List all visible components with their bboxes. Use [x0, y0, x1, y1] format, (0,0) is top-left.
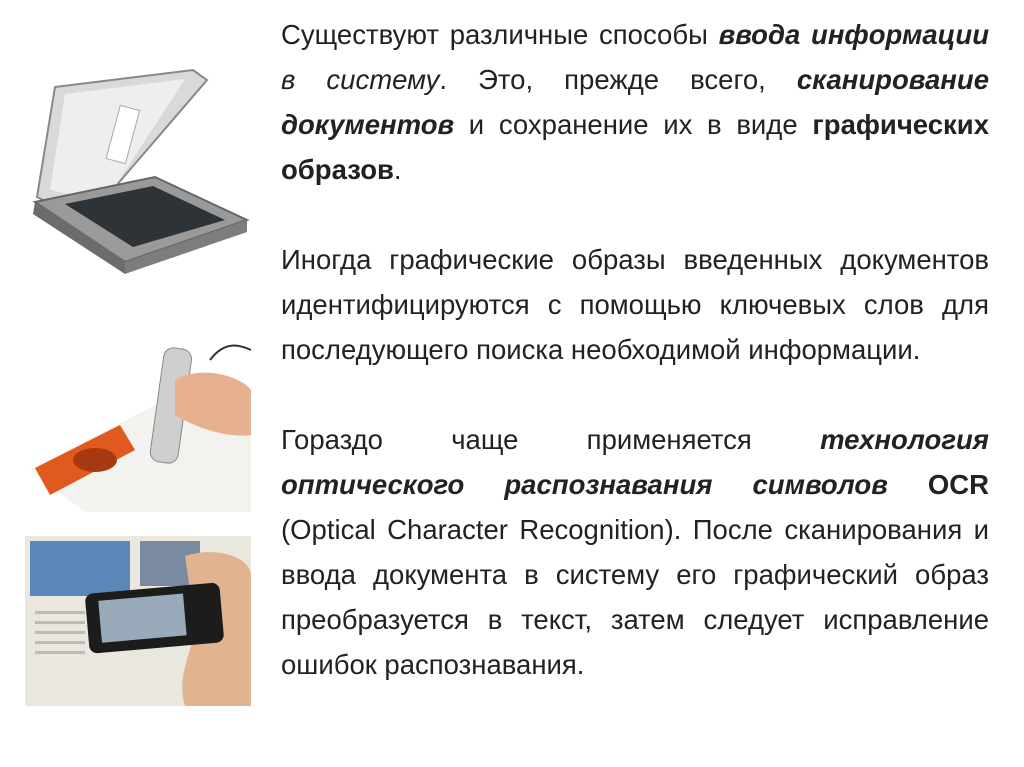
text-segment: .	[393, 154, 402, 185]
slide-text: Существуют различные способы ввода инфор…	[281, 12, 989, 687]
emphasis-text: OCR	[927, 469, 990, 500]
text-segment: Иногда графические образы введенных доку…	[281, 244, 989, 365]
flatbed-scanner-image	[32, 68, 250, 274]
phone-ocr-image	[25, 536, 251, 706]
paragraph-2: Иногда графические образы введенных доку…	[281, 237, 989, 372]
text-segment: Существуют различные способы	[281, 19, 719, 50]
paragraph-1: Существуют различные способы ввода инфор…	[281, 12, 989, 192]
text-segment: Гораздо чаще применяется	[281, 424, 821, 455]
text-segment: (Optical Character Recognition). После с…	[281, 514, 989, 680]
text-segment: . Это, прежде всего,	[439, 64, 797, 95]
paragraph-3: Гораздо чаще применяется технология опти…	[281, 417, 989, 687]
text-segment	[888, 469, 928, 500]
text-segment: и сохранение их в виде	[454, 109, 813, 140]
emphasis-text: ввода информации	[718, 19, 989, 50]
emphasis-text: в систему	[281, 64, 440, 95]
pen-scanner-image: IRISPen Executive	[30, 344, 251, 512]
